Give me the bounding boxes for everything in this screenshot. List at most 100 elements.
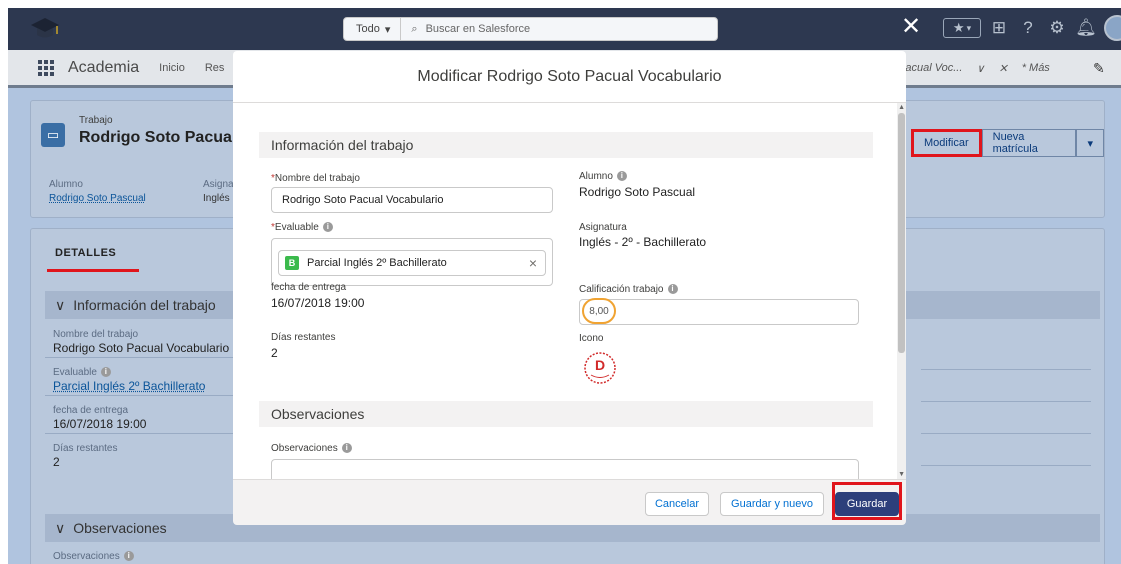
field-value: 16/07/2018 19:00 (53, 417, 147, 431)
save-and-new-button[interactable]: Guardar y nuevo (720, 492, 824, 516)
nombre-input[interactable]: Rodrigo Soto Pacual Vocabulario (271, 187, 553, 213)
asignatura-value: Inglés - 2º - Bachillerato (579, 235, 707, 249)
scroll-down-icon[interactable]: ▼ (898, 471, 905, 478)
info-icon: i (100, 367, 111, 378)
app-name: Academia (68, 58, 140, 76)
save-highlight (832, 482, 902, 520)
record-icon: B (285, 256, 299, 270)
chevron-down-icon: ▾ (384, 23, 391, 36)
evaluable-value: Parcial Inglés 2º Bachillerato (307, 257, 447, 269)
divider (921, 369, 1091, 370)
nav-more[interactable]: * Más (1022, 62, 1050, 75)
modificar-button[interactable]: Modificar (911, 129, 982, 157)
header-actions: ★ ▾ ⊞ ? ⚙ 🔔︎ (943, 15, 1121, 41)
close-icon[interactable]: ✕ (901, 12, 921, 42)
chevron-down-icon[interactable]: ∨ (976, 62, 984, 75)
alumno-label: Alumno i (579, 171, 627, 182)
divider (45, 433, 235, 434)
gear-icon[interactable]: ⚙ (1046, 17, 1068, 39)
search-icon: ⌕ (411, 22, 418, 35)
nav-item-res[interactable]: Res (205, 62, 225, 74)
nav-open-tab[interactable]: Pacual Voc... ∨ ✕ * Más (898, 62, 1050, 75)
nueva-matricula-button[interactable]: Nueva matrícula (981, 129, 1077, 157)
alumno-value: Rodrigo Soto Pascual (579, 185, 696, 199)
chevron-down-icon: ∨ (55, 296, 66, 313)
favorites-button[interactable]: ★ ▾ (943, 18, 981, 38)
icono-label: Icono (579, 333, 604, 344)
evaluable-pill[interactable]: B Parcial Inglés 2º Bachillerato × (278, 250, 546, 276)
observaciones-textarea[interactable] (271, 459, 859, 479)
field-label: Evaluable i (53, 367, 111, 378)
graduation-cap-icon[interactable] (30, 15, 60, 41)
field-value: Rodrigo Soto Pacual Vocabulario (53, 341, 230, 355)
avatar[interactable] (1104, 15, 1121, 41)
evaluable-label: *Evaluable i (271, 222, 333, 233)
open-tab-label: Pacual Voc... (898, 62, 963, 74)
record-field-value: Inglés (203, 193, 230, 204)
record-field-label: Asigna (203, 179, 234, 190)
info-icon: i (616, 171, 627, 182)
chevron-down-icon: ▾ (1087, 137, 1093, 150)
pencil-icon[interactable]: ✎ (1093, 60, 1105, 77)
modal-scrollbar[interactable]: ▲ ▼ (897, 103, 906, 479)
modal-footer: Cancelar Guardar y nuevo Guardar (233, 479, 906, 525)
field-label: Observaciones i (53, 551, 134, 562)
more-actions-button[interactable]: ▾ (1076, 129, 1104, 157)
calificacion-input[interactable]: 8,00 (579, 298, 859, 325)
global-header: Todo ▾ ⌕ Buscar en Salesforce ✕ ★ ▾ ⊞ ? ⚙… (8, 8, 1121, 50)
record-field-link[interactable]: Rodrigo Soto Pascual (49, 193, 146, 204)
record-type: Trabajo (79, 115, 113, 126)
evaluable-lookup[interactable]: B Parcial Inglés 2º Bachillerato × (271, 238, 553, 286)
svg-text:D: D (595, 357, 605, 373)
close-tab-icon[interactable]: ✕ (998, 62, 1007, 75)
record-actions: Modificar Nueva matrícula ▾ (911, 129, 1104, 157)
section-title: Observaciones (271, 406, 365, 422)
plus-icon[interactable]: ⊞ (988, 17, 1010, 39)
cancel-label: Cancelar (654, 498, 700, 510)
info-icon: i (123, 551, 134, 562)
tab-detalles[interactable]: DETALLES (55, 247, 116, 259)
star-icon: ★ (952, 20, 965, 35)
cancel-button[interactable]: Cancelar (645, 492, 709, 516)
search-scope-select[interactable]: Todo ▾ (344, 18, 402, 40)
divider (921, 433, 1091, 434)
section-title: Observaciones (73, 520, 167, 536)
info-icon: i (341, 443, 352, 454)
divider (45, 357, 235, 358)
search-input[interactable]: ⌕ Buscar en Salesforce (401, 23, 530, 36)
scrollbar-thumb[interactable] (898, 113, 905, 353)
section-title: Información del trabajo (73, 297, 216, 313)
calificacion-value: 8,00 (582, 298, 616, 324)
save-new-label: Guardar y nuevo (731, 498, 813, 510)
field-link[interactable]: Parcial Inglés 2º Bachillerato (53, 379, 205, 393)
clear-icon[interactable]: × (529, 255, 537, 271)
fecha-label: fecha de entrega (271, 282, 347, 293)
field-label: Nombre del trabajo (53, 329, 139, 340)
dias-label: Días restantes (271, 332, 336, 343)
field-label: fecha de entrega (53, 405, 129, 416)
scroll-up-icon[interactable]: ▲ (898, 104, 905, 111)
global-search[interactable]: Todo ▾ ⌕ Buscar en Salesforce (343, 17, 718, 41)
nav-item-inicio[interactable]: Inicio (159, 62, 185, 74)
field-label: Días restantes (53, 443, 118, 454)
modal-section-observaciones: Observaciones (259, 401, 873, 427)
help-icon[interactable]: ? (1017, 17, 1039, 39)
search-placeholder: Buscar en Salesforce (425, 23, 531, 35)
divider (45, 395, 235, 396)
modal-header: Modificar Rodrigo Soto Pacual Vocabulari… (233, 51, 906, 103)
stamp-icon: D (584, 352, 616, 384)
record-title: Rodrigo Soto Pacual V (79, 129, 252, 146)
record-field-label: Alumno (49, 179, 83, 190)
obs-label: Observaciones i (271, 443, 352, 454)
modal-section-info: Información del trabajo (259, 132, 873, 158)
info-icon: i (322, 222, 333, 233)
modal-body: ▲ ▼ Información del trabajo *Nombre del … (233, 103, 906, 479)
active-tab-indicator (47, 269, 139, 272)
record-type-icon: ▭ (41, 123, 65, 147)
modificar-label: Modificar (924, 137, 969, 149)
nueva-matricula-label: Nueva matrícula (992, 131, 1038, 155)
chevron-down-icon: ▾ (966, 22, 972, 33)
bell-icon[interactable]: 🔔︎ (1075, 17, 1097, 39)
fecha-value: 16/07/2018 19:00 (271, 296, 365, 310)
app-launcher-icon[interactable] (38, 59, 54, 76)
